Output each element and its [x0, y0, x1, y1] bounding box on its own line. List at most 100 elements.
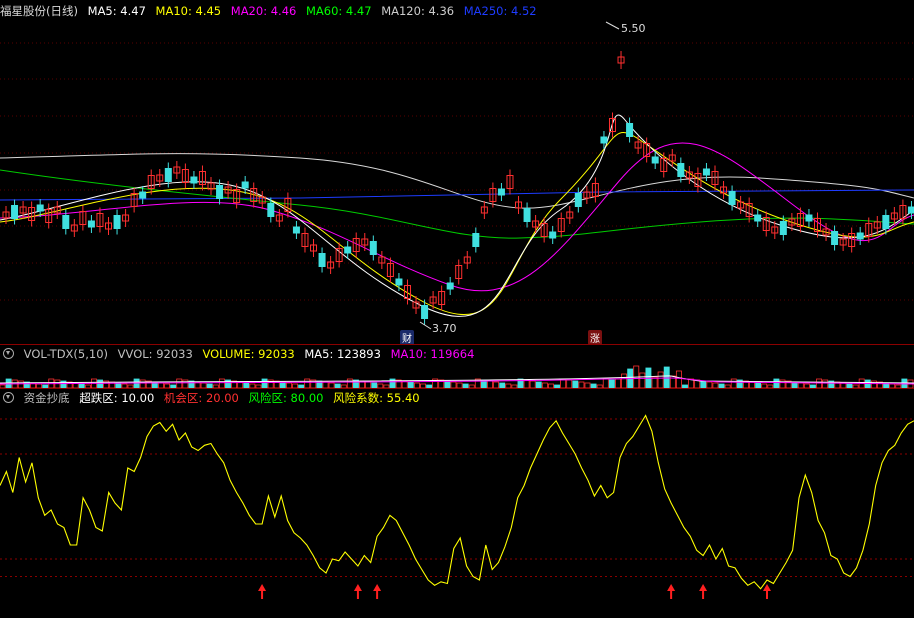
volume-bar — [304, 378, 311, 389]
candle-body — [318, 253, 326, 267]
volume-bar — [182, 379, 189, 389]
candlestick-chart[interactable] — [0, 0, 914, 345]
volume-bar — [566, 379, 573, 389]
candle-body — [702, 168, 710, 176]
volume-header: VOL-TDX(5,10) VVOL: 92033 VOLUME: 92033 … — [0, 346, 480, 362]
candle-body — [446, 282, 454, 290]
candle-body — [754, 214, 762, 222]
volume-bar — [346, 378, 353, 389]
candle-body — [216, 185, 224, 199]
candle-body — [292, 226, 300, 234]
buy-arrow-icon — [667, 584, 676, 599]
candle-body — [600, 136, 608, 144]
volume-bar — [602, 378, 609, 389]
price-header: 福星股份(日线) MA5: 4.47 MA10: 4.45 MA20: 4.46… — [0, 3, 543, 19]
volume-bar — [523, 379, 530, 389]
candle-body — [472, 233, 480, 247]
high-price-label: 5.50 — [621, 22, 646, 35]
volume-bar — [615, 378, 621, 389]
candle-body — [728, 191, 736, 205]
indicator-header: 资金抄底 超跌区: 10.00 机会区: 20.00 风险区: 80.00 风险… — [0, 390, 426, 406]
oversold-zone-label: 超跌区: 10.00 — [79, 391, 155, 405]
high-price-pointer — [605, 21, 620, 30]
candle-body — [497, 188, 505, 196]
candle-body — [36, 204, 44, 212]
volume-bar — [639, 372, 646, 389]
candle-body — [856, 232, 864, 240]
low-price-label: 3.70 — [432, 322, 457, 335]
candle-body — [139, 191, 147, 199]
candle-body — [677, 163, 685, 177]
collapse-icon[interactable] — [3, 348, 14, 359]
collapse-icon[interactable] — [3, 392, 14, 403]
indicator-panel[interactable]: 资金抄底 超跌区: 10.00 机会区: 20.00 风险区: 80.00 风险… — [0, 389, 914, 618]
vvol-label: VVOL: 92033 — [117, 347, 193, 361]
ma120-label: MA120: 4.36 — [381, 4, 455, 18]
volume-bar — [657, 371, 664, 389]
volume-bar — [487, 380, 493, 389]
vol-ma5-label: MA5: 123893 — [304, 347, 381, 361]
candle-body — [62, 215, 70, 229]
volume-bar — [822, 379, 829, 389]
event-badge-zhang[interactable]: 涨 — [588, 330, 602, 345]
ma10-label: MA10: 4.45 — [155, 4, 222, 18]
risk-coefficient-label: 风险系数: 55.40 — [333, 391, 420, 405]
volume-bar — [97, 379, 103, 389]
moving-average-line — [0, 114, 914, 317]
volume-bar — [608, 379, 615, 389]
volume-bar — [139, 379, 146, 389]
candle-body — [626, 123, 634, 137]
buy-arrow-icon — [373, 584, 382, 599]
candle-body — [779, 221, 787, 235]
candle-body — [805, 214, 813, 222]
volume-bar — [870, 380, 877, 389]
risk-zone-label: 风险区: 80.00 — [248, 391, 324, 405]
candle-body — [421, 305, 429, 319]
volume-bar — [700, 380, 707, 389]
vol-title-label: VOL-TDX(5,10) — [23, 347, 109, 361]
candle-body — [831, 231, 839, 245]
buy-arrow-icon — [762, 584, 771, 599]
volume-bar — [17, 380, 24, 389]
candle-body — [395, 278, 403, 286]
candle-body — [241, 181, 249, 189]
candle-body — [11, 205, 19, 219]
volume-panel[interactable]: VOL-TDX(5,10) VVOL: 92033 VOLUME: 92033 … — [0, 345, 914, 389]
volume-bar — [444, 380, 451, 389]
candle-body — [87, 220, 95, 228]
ma250-label: MA250: 4.52 — [463, 4, 537, 18]
buy-arrow-icon — [353, 584, 362, 599]
candle-body — [523, 208, 531, 222]
candle-body — [190, 176, 198, 184]
price-panel[interactable]: 福星股份(日线) MA5: 4.47 MA10: 4.45 MA20: 4.46… — [0, 0, 914, 345]
volume-value-label: VOLUME: 92033 — [202, 347, 295, 361]
candle-body — [164, 168, 172, 182]
volume-bar — [261, 378, 268, 389]
candle-body — [574, 193, 582, 207]
volume-bar — [621, 373, 628, 389]
indicator-line-chart[interactable] — [0, 389, 914, 618]
buy-arrow-icon — [699, 584, 708, 599]
candle-body — [344, 246, 352, 254]
volume-bar — [218, 378, 225, 389]
candle-body — [882, 215, 890, 229]
candle-body — [907, 206, 914, 214]
volume-bar — [779, 379, 786, 389]
ma60-label: MA60: 4.47 — [305, 4, 372, 18]
ma5-label: MA5: 4.47 — [87, 4, 146, 18]
volume-bar — [675, 370, 682, 389]
stock-title: 福星股份(日线) — [0, 4, 78, 18]
volume-bar — [572, 380, 579, 389]
candle-body — [651, 156, 659, 164]
candle-body — [113, 215, 121, 229]
vol-ma10-label: MA10: 119664 — [390, 347, 475, 361]
buy-arrow-icon — [258, 584, 267, 599]
indicator-title: 资金抄底 — [23, 391, 70, 405]
candle-body — [549, 231, 557, 239]
volume-bar — [730, 378, 737, 389]
volume-bar — [773, 378, 780, 389]
volume-bar — [176, 378, 183, 389]
candle-body — [267, 203, 275, 217]
candle-body — [369, 241, 377, 255]
event-badge-cai[interactable]: 财 — [400, 330, 414, 345]
